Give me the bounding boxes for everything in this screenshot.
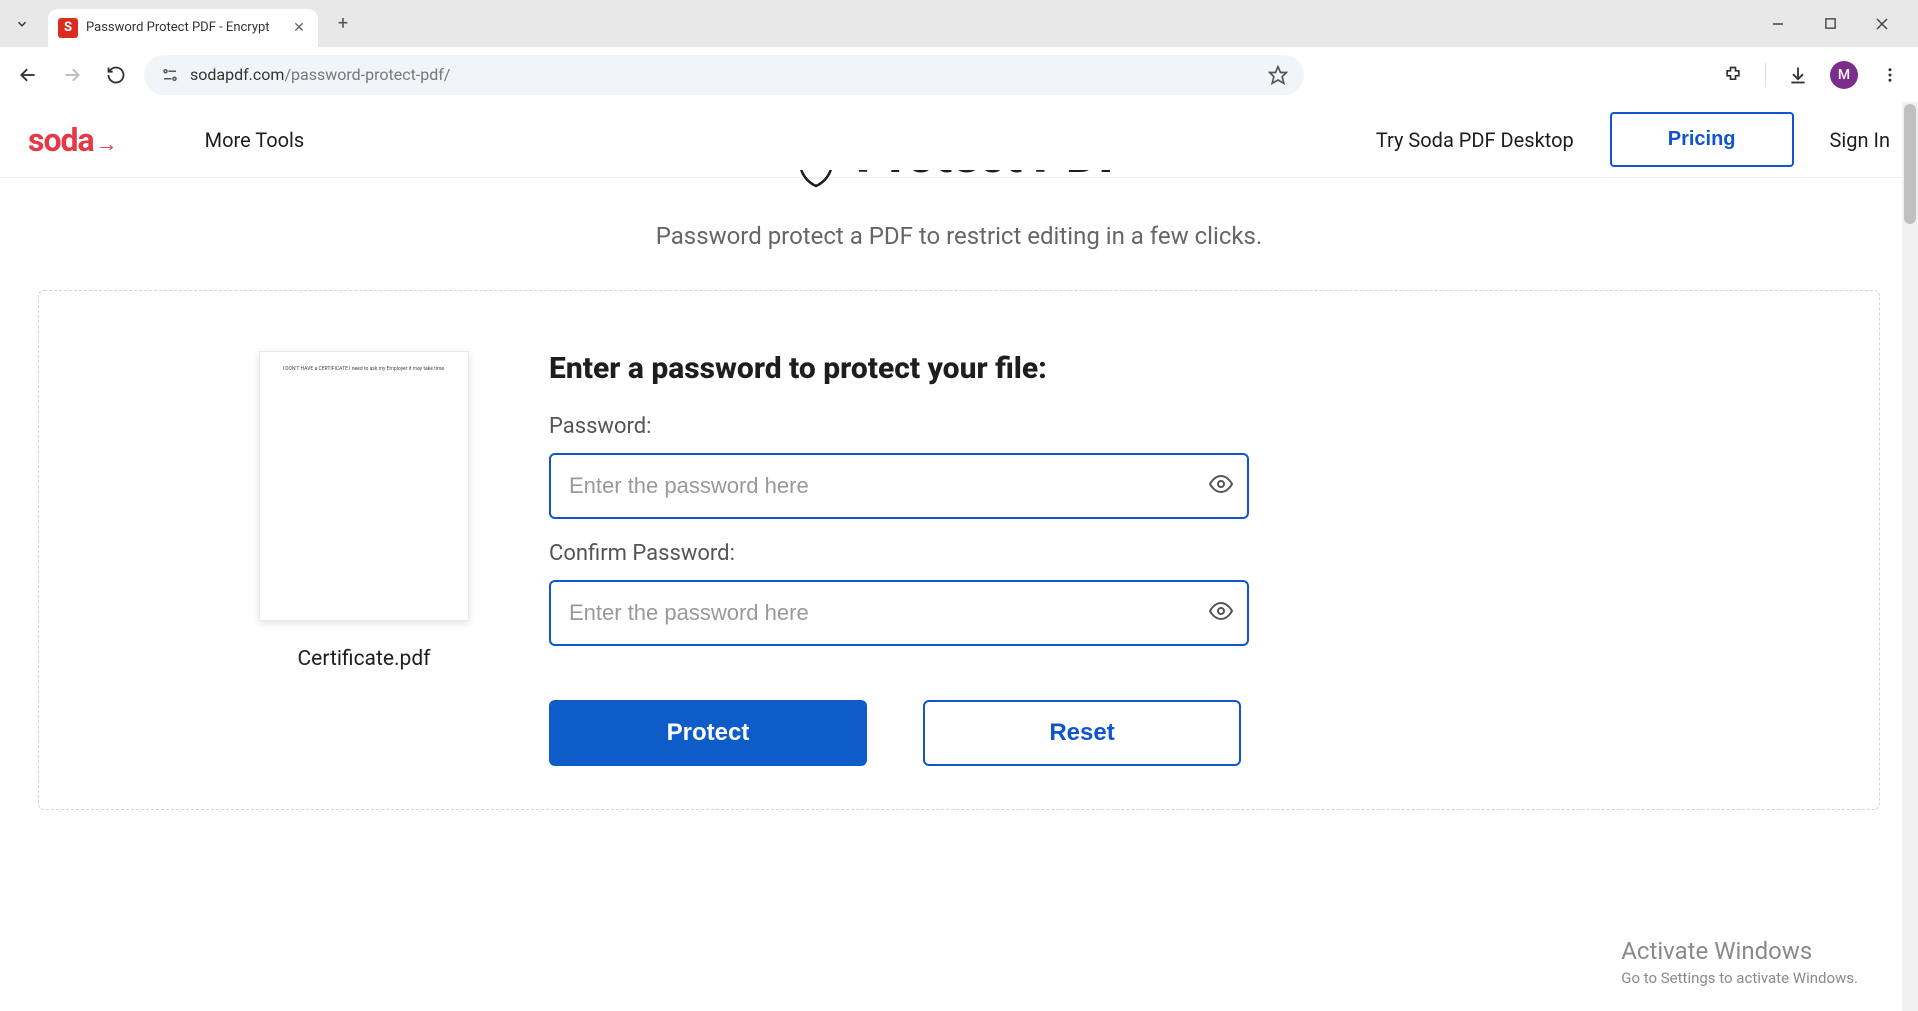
password-label: Password: <box>549 414 1249 439</box>
tab-bar: S Password Protect PDF - Encrypt ✕ + <box>0 0 1918 47</box>
reset-button[interactable]: Reset <box>923 700 1241 766</box>
password-input[interactable] <box>549 453 1249 519</box>
protect-button[interactable]: Protect <box>549 700 867 766</box>
main-card: I DON'T HAVE a CERTIFICATE I need to ask… <box>38 290 1880 810</box>
pdf-thumbnail: I DON'T HAVE a CERTIFICATE I need to ask… <box>259 351 469 621</box>
site-header: soda→ More Tools Try Soda PDF Desktop Pr… <box>0 102 1918 178</box>
site-settings-icon[interactable] <box>160 65 180 85</box>
logo[interactable]: soda→ <box>28 121 117 159</box>
form-heading: Enter a password to protect your file: <box>549 351 1249 386</box>
extensions-icon[interactable] <box>1717 59 1749 91</box>
new-tab-button[interactable]: + <box>328 9 358 39</box>
minimize-button[interactable] <box>1762 8 1794 40</box>
url-text: sodapdf.com/password-protect-pdf/ <box>190 65 1258 84</box>
scrollbar[interactable] <box>1902 102 1918 1011</box>
show-confirm-password-icon[interactable] <box>1209 599 1233 627</box>
file-preview: I DON'T HAVE a CERTIFICATE I need to ask… <box>259 351 469 671</box>
confirm-password-label: Confirm Password: <box>549 541 1249 566</box>
maximize-button[interactable] <box>1814 8 1846 40</box>
menu-icon[interactable] <box>1874 59 1906 91</box>
tab-search-dropdown[interactable] <box>8 10 36 38</box>
back-button[interactable] <box>12 59 44 91</box>
profile-avatar[interactable]: M <box>1830 61 1858 89</box>
tab-favicon: S <box>58 18 78 38</box>
sign-in-link[interactable]: Sign In <box>1830 128 1890 152</box>
more-tools-link[interactable]: More Tools <box>205 128 305 152</box>
page-subtitle: Password protect a PDF to restrict editi… <box>0 222 1918 250</box>
try-desktop-link[interactable]: Try Soda PDF Desktop <box>1376 128 1574 152</box>
tab-close-icon[interactable]: ✕ <box>290 19 308 37</box>
show-password-icon[interactable] <box>1209 472 1233 500</box>
downloads-icon[interactable] <box>1782 59 1814 91</box>
tab-title: Password Protect PDF - Encrypt <box>86 20 282 35</box>
bookmark-star-icon[interactable] <box>1268 65 1288 85</box>
navigation-bar: sodapdf.com/password-protect-pdf/ M <box>0 47 1918 102</box>
page-title: Protect PDF <box>856 170 1126 185</box>
forward-button[interactable] <box>56 59 88 91</box>
filename-label: Certificate.pdf <box>259 647 469 671</box>
pricing-button[interactable]: Pricing <box>1610 112 1794 167</box>
scrollbar-thumb[interactable] <box>1904 104 1916 224</box>
windows-activation-watermark: Activate Windows Go to Settings to activ… <box>1621 937 1858 987</box>
shield-lock-icon <box>792 170 840 190</box>
browser-tab[interactable]: S Password Protect PDF - Encrypt ✕ <box>48 9 318 47</box>
reload-button[interactable] <box>100 59 132 91</box>
separator <box>1765 63 1766 87</box>
password-form: Enter a password to protect your file: P… <box>549 351 1249 766</box>
hero-section: Protect PDF Password protect a PDF to re… <box>0 170 1918 250</box>
address-bar[interactable]: sodapdf.com/password-protect-pdf/ <box>144 55 1304 95</box>
confirm-password-input[interactable] <box>549 580 1249 646</box>
close-window-button[interactable] <box>1866 8 1898 40</box>
